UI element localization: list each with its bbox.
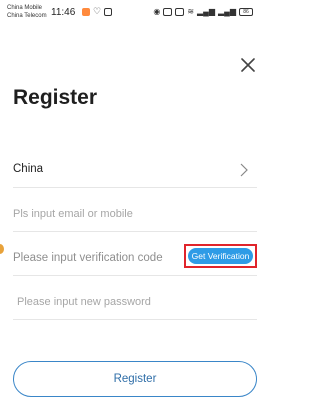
signal-icon-2: ▂▄▆ xyxy=(218,7,236,16)
system-icons: ◉ ≋ ▂▄▆ ▂▄▆ 86 xyxy=(153,7,253,16)
edge-marker xyxy=(0,244,4,254)
divider-country xyxy=(13,187,257,188)
eye-icon: ◉ xyxy=(153,7,161,16)
heart-icon: ♡ xyxy=(93,6,102,16)
message-icon xyxy=(104,7,113,16)
divider-email xyxy=(13,231,257,232)
close-icon xyxy=(241,58,255,72)
app-notification-icon xyxy=(82,7,90,16)
register-button[interactable]: Register xyxy=(13,361,257,397)
chevron-right-icon xyxy=(240,163,248,177)
country-selector[interactable]: China xyxy=(13,155,257,187)
close-button[interactable] xyxy=(237,54,259,76)
get-verification-button[interactable]: Get Verification xyxy=(184,244,257,268)
vibrate-icon xyxy=(175,7,185,16)
notification-icons: ♡ xyxy=(82,6,113,16)
country-value: China xyxy=(13,163,44,175)
battery-icon: 86 xyxy=(239,7,253,16)
get-verification-label: Get Verification xyxy=(188,248,253,264)
wifi-icon: ≋ xyxy=(187,7,195,16)
status-bar: China Mobile China Telecom 11:46 ♡ ◉ ≋ ▂… xyxy=(0,0,257,28)
carrier-info: China Mobile China Telecom xyxy=(7,4,47,20)
status-time: 11:46 xyxy=(51,7,76,18)
carrier-1: China Mobile xyxy=(7,5,43,11)
signal-icon-1: ▂▄▆ xyxy=(197,7,216,16)
divider-code xyxy=(13,275,257,276)
new-password-input[interactable] xyxy=(17,292,247,312)
email-mobile-input[interactable] xyxy=(13,204,243,224)
carrier-2: China Telecom xyxy=(7,13,47,19)
nfc-icon xyxy=(163,7,173,16)
divider-password xyxy=(13,319,257,320)
verification-code-input[interactable] xyxy=(13,248,185,268)
page-title: Register xyxy=(13,86,98,109)
